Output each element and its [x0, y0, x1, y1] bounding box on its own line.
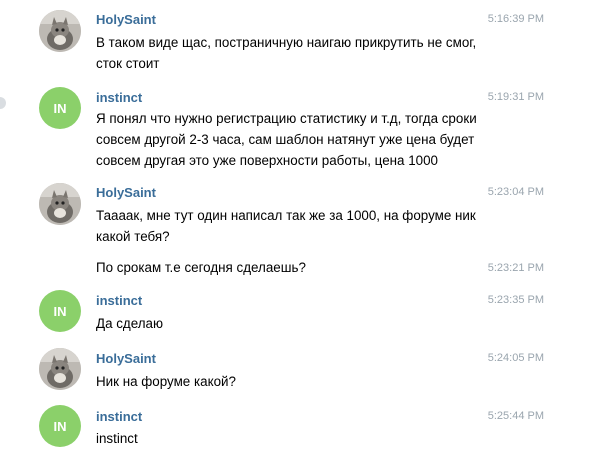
message-text: В таком виде щас, постраничную наигаю пр…: [96, 35, 477, 71]
message-text: Ник на форуме какой?: [96, 374, 236, 389]
message-time: 5:24:05 PM: [487, 352, 544, 364]
message-text: Таааак, мне тут один написал так же за 1…: [96, 208, 476, 244]
avatar[interactable]: IN: [39, 405, 81, 447]
message-time: 5:25:44 PM: [487, 410, 544, 422]
message-author[interactable]: HolySaint: [96, 185, 156, 200]
message-text: По срокам т.е сегодня сделаешь?: [96, 260, 306, 275]
message-time: 5:23:21 PM: [487, 262, 544, 274]
message-text: Я понял что нужно регистрацию статистику…: [96, 111, 477, 168]
message-author[interactable]: instinct: [96, 293, 142, 308]
avatar[interactable]: IN: [39, 290, 81, 332]
message-time: 5:23:35 PM: [487, 294, 544, 306]
message-time: 5:23:04 PM: [487, 186, 544, 198]
message-text: instinct: [96, 431, 138, 446]
avatar[interactable]: IN: [39, 87, 81, 129]
message-time: 5:19:31 PM: [487, 91, 544, 103]
chat-history[interactable]: HolySaint 5:16:39 PM В таком виде щас, п…: [0, 0, 598, 458]
scroll-indicator[interactable]: [0, 97, 6, 109]
avatar[interactable]: [39, 183, 81, 225]
cat-photo-icon: [39, 183, 81, 225]
message-author[interactable]: HolySaint: [96, 12, 156, 27]
message-text: Да сделаю: [96, 316, 164, 331]
avatar[interactable]: [39, 348, 81, 390]
message-author[interactable]: instinct: [96, 409, 142, 424]
message-author[interactable]: instinct: [96, 90, 142, 105]
message-time: 5:16:39 PM: [487, 13, 544, 25]
message-author[interactable]: HolySaint: [96, 351, 156, 366]
avatar[interactable]: [39, 10, 81, 52]
cat-photo-icon: [39, 10, 81, 52]
cat-photo-icon: [39, 348, 81, 390]
